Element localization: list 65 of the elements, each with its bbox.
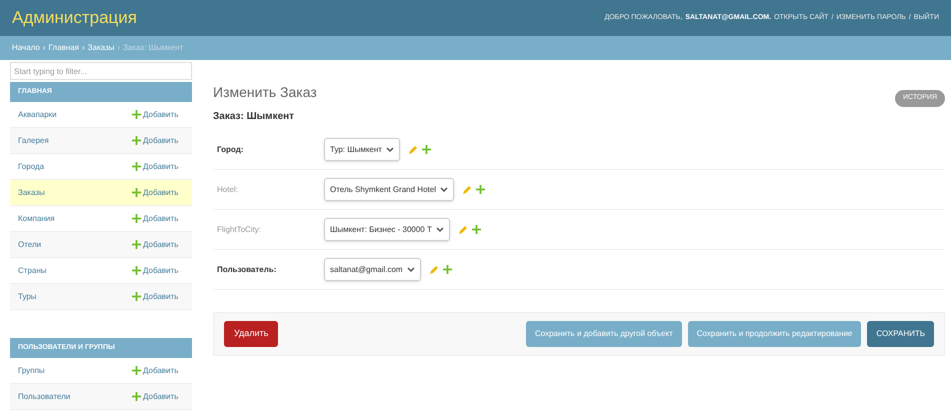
add-link[interactable]: Добавить bbox=[132, 186, 184, 198]
object-title: Заказ: Шымкент bbox=[213, 110, 296, 124]
breadcrumb[interactable]: Заказы bbox=[88, 42, 114, 54]
pencil-icon[interactable] bbox=[462, 184, 472, 194]
model-link[interactable]: Отели bbox=[18, 238, 42, 250]
plus-icon bbox=[132, 162, 141, 171]
add-link[interactable]: Добавить bbox=[132, 238, 184, 250]
plus-icon bbox=[132, 292, 141, 301]
pencil-icon[interactable] bbox=[458, 224, 468, 234]
add-link[interactable]: Добавить bbox=[132, 290, 184, 302]
field-label: Пользователь: bbox=[217, 264, 278, 276]
add-link[interactable]: Добавить bbox=[132, 134, 184, 146]
plus-icon bbox=[132, 188, 141, 197]
model-link[interactable]: Страны bbox=[18, 264, 47, 276]
model-link[interactable]: Компания bbox=[18, 212, 55, 224]
page-title: Изменить Заказ bbox=[213, 83, 317, 102]
chevron-down-icon bbox=[440, 186, 448, 192]
breadcrumb[interactable]: › bbox=[42, 42, 46, 54]
model-link[interactable]: Туры bbox=[18, 290, 37, 302]
add-link[interactable]: Добавить bbox=[132, 108, 184, 120]
select-field[interactable]: saltanat@gmail.com bbox=[324, 258, 421, 281]
model-link[interactable]: Группы bbox=[18, 364, 45, 376]
pencil-icon[interactable] bbox=[428, 264, 439, 274]
delete-button[interactable]: Удалить bbox=[224, 321, 278, 347]
breadcrumb: › bbox=[117, 42, 120, 54]
breadcrumb[interactable]: Главная bbox=[48, 42, 79, 54]
save-button[interactable]: Сохранить и продолжить редактирование bbox=[688, 321, 862, 347]
breadcrumb: Заказ: Шымкент bbox=[123, 42, 184, 54]
chevron-down-icon bbox=[386, 146, 394, 152]
add-link[interactable]: Добавить bbox=[132, 264, 184, 276]
model-link[interactable]: Заказы bbox=[18, 186, 45, 198]
chevron-down-icon bbox=[436, 226, 444, 232]
plus-icon bbox=[132, 266, 141, 275]
add-link[interactable]: Добавить bbox=[132, 212, 184, 224]
plus-icon bbox=[422, 145, 431, 154]
plus-icon bbox=[132, 366, 141, 375]
field-label: FlightToCity: bbox=[217, 224, 262, 236]
chevron-down-icon bbox=[406, 266, 415, 272]
model-link[interactable]: Города bbox=[18, 160, 44, 172]
filter-field[interactable]: Start typing to filter... bbox=[10, 62, 192, 80]
breadcrumb[interactable]: Начало bbox=[12, 42, 40, 54]
field-label: Город: bbox=[217, 144, 244, 156]
add-link[interactable]: Добавить bbox=[132, 390, 184, 402]
model-link[interactable]: Аквапарки bbox=[18, 108, 57, 120]
plus-icon bbox=[132, 110, 141, 119]
plus-icon bbox=[132, 136, 141, 145]
plus-icon bbox=[132, 392, 141, 401]
model-link[interactable]: Галерея bbox=[18, 134, 49, 146]
save-button[interactable]: Сохранить и добавить другой объект bbox=[526, 321, 682, 347]
add-link[interactable]: Добавить bbox=[132, 364, 184, 376]
pencil-icon[interactable] bbox=[408, 144, 418, 154]
select-field[interactable]: Отель Shymkent Grand Hotel bbox=[324, 178, 454, 201]
plus-icon bbox=[132, 214, 141, 223]
plus-icon bbox=[132, 240, 141, 249]
site-title[interactable]: Администрация bbox=[12, 5, 137, 31]
plus-icon bbox=[472, 225, 481, 234]
add-link[interactable]: Добавить bbox=[132, 160, 184, 172]
model-link[interactable]: Пользователи bbox=[18, 390, 70, 402]
save-button[interactable]: СОХРАНИТЬ bbox=[867, 321, 934, 347]
select-field[interactable]: Тур: Шымкент bbox=[324, 138, 400, 161]
field-label: Hotel: bbox=[217, 184, 239, 196]
breadcrumb[interactable]: › bbox=[82, 42, 85, 54]
plus-icon bbox=[442, 265, 452, 274]
plus-icon bbox=[476, 185, 485, 194]
select-field[interactable]: Шымкент: Бизнес - 30000 Т bbox=[324, 218, 450, 241]
